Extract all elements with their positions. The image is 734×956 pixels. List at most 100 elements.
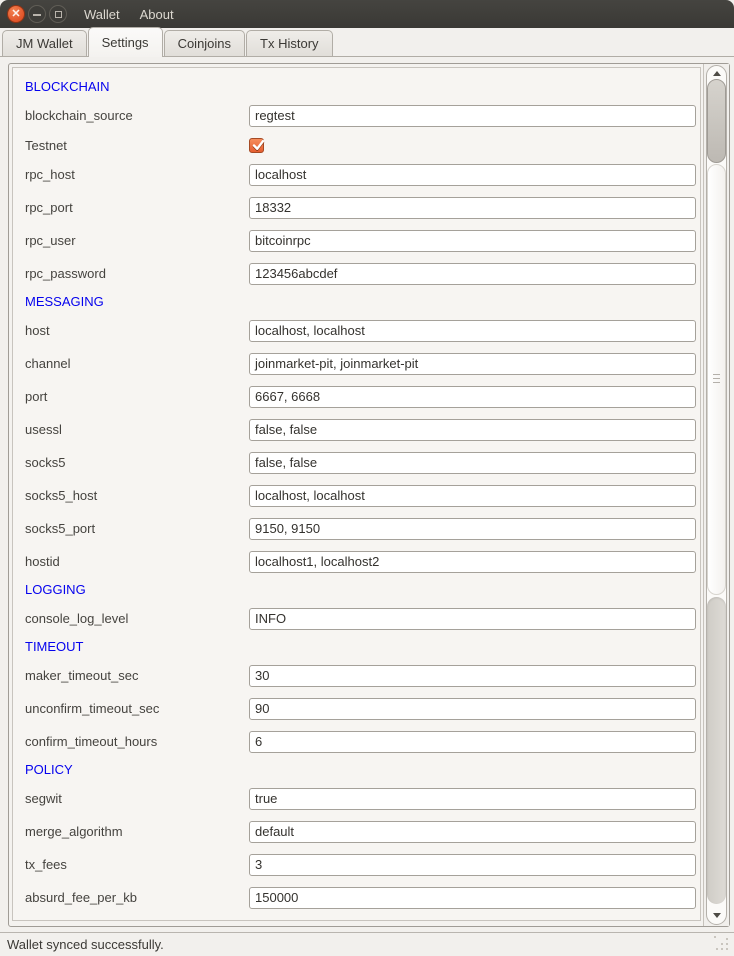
status-text: Wallet synced successfully. [7, 937, 164, 952]
field-value: INFO [255, 611, 286, 626]
field-value: bitcoinrpc [255, 233, 311, 248]
maximize-icon [55, 11, 62, 18]
field-label: maker_timeout_sec [25, 668, 249, 683]
field-value: true [255, 791, 277, 806]
field-label: host [25, 323, 249, 338]
channel-input[interactable]: joinmarket-pit, joinmarket-pit [249, 353, 696, 375]
settings-row: rpc_host localhost [25, 158, 696, 191]
maximize-button[interactable] [49, 5, 67, 23]
field-value: false, false [255, 422, 317, 437]
segwit-input[interactable]: true [249, 788, 696, 810]
settings-row: socks5_hostlocalhost, localhost [25, 479, 696, 512]
scrollbar-slider[interactable] [707, 164, 726, 595]
absurd_fee_per_kb-input[interactable]: 150000 [249, 887, 696, 909]
field-value: default [255, 824, 294, 839]
settings-form: BLOCKCHAINblockchain_sourceregtestTestne… [12, 67, 701, 921]
settings-row: usessl false, false [25, 413, 696, 446]
field-value: localhost1, localhost2 [255, 554, 379, 569]
socks5_port-input[interactable]: 9150, 9150 [249, 518, 696, 540]
scrollbar-track[interactable] [706, 65, 727, 925]
scrollbar-thumb[interactable] [707, 79, 726, 163]
field-label: Testnet [25, 138, 249, 153]
testnet-checkbox[interactable] [249, 138, 264, 153]
settings-page: BLOCKCHAINblockchain_sourceregtestTestne… [0, 57, 734, 932]
settings-row: blockchain_sourceregtest [25, 99, 696, 132]
field-value: 3 [255, 857, 262, 872]
vertical-scrollbar[interactable] [703, 64, 729, 926]
tab-settings[interactable]: Settings [88, 27, 163, 57]
settings-row: rpc_password123456abcdef [25, 257, 696, 290]
field-value: localhost [255, 167, 306, 182]
field-label: rpc_port [25, 200, 249, 215]
field-label: console_log_level [25, 611, 249, 626]
socks5_host-input[interactable]: localhost, localhost [249, 485, 696, 507]
blockchain_source-input[interactable]: regtest [249, 105, 696, 127]
arrow-down-icon [713, 913, 721, 918]
confirm_timeout_hours-input[interactable]: 6 [249, 731, 696, 753]
settings-row: tx_fees 3 [25, 848, 696, 881]
scrollbar-trough-lower[interactable] [707, 597, 726, 904]
window-controls: ✕ [7, 5, 67, 23]
tx_fees-input[interactable]: 3 [249, 854, 696, 876]
field-value: 150000 [255, 890, 298, 905]
arrow-up-icon [713, 71, 721, 76]
console_log_level-input[interactable]: INFO [249, 608, 696, 630]
grip-lines-icon [713, 374, 720, 385]
tab-jm-wallet[interactable]: JM Wallet [2, 30, 87, 56]
hostid-input[interactable]: localhost1, localhost2 [249, 551, 696, 573]
settings-row: absurd_fee_per_kb150000 [25, 881, 696, 914]
scrollbar-down-button[interactable] [707, 909, 726, 922]
menu-wallet[interactable]: Wallet [82, 6, 122, 23]
field-label: rpc_user [25, 233, 249, 248]
field-label: port [25, 389, 249, 404]
check-icon [250, 137, 267, 154]
menu-about[interactable]: About [138, 6, 176, 23]
titlebar: ✕ Wallet About [0, 0, 734, 28]
field-label: socks5 [25, 455, 249, 470]
settings-row: hostid localhost1, localhost2 [25, 545, 696, 578]
socks5-input[interactable]: false, false [249, 452, 696, 474]
field-label: usessl [25, 422, 249, 437]
port-input[interactable]: 6667, 6668 [249, 386, 696, 408]
settings-row: socks5_port 9150, 9150 [25, 512, 696, 545]
field-label: hostid [25, 554, 249, 569]
host-input[interactable]: localhost, localhost [249, 320, 696, 342]
field-label: blockchain_source [25, 108, 249, 123]
partial-input[interactable] [249, 920, 696, 922]
settings-row: port 6667, 6668 [25, 380, 696, 413]
usessl-input[interactable]: false, false [249, 419, 696, 441]
field-value: localhost, localhost [255, 323, 365, 338]
field-value: joinmarket-pit, joinmarket-pit [255, 356, 418, 371]
tabbar: JM Wallet Settings Coinjoins Tx History [0, 28, 734, 57]
field-label: rpc_host [25, 167, 249, 182]
menubar: Wallet About [82, 6, 176, 23]
field-label: socks5_port [25, 521, 249, 536]
statusbar: Wallet synced successfully. [0, 932, 734, 956]
rpc_password-input[interactable]: 123456abcdef [249, 263, 696, 285]
maker_timeout_sec-input[interactable]: 30 [249, 665, 696, 687]
section-header-timeout: TIMEOUT [25, 635, 696, 659]
rpc_user-input[interactable]: bitcoinrpc [249, 230, 696, 252]
section-header-logging: LOGGING [25, 578, 696, 602]
field-value: 6 [255, 734, 262, 749]
field-value: localhost, localhost [255, 488, 365, 503]
rpc_host-input[interactable]: localhost [249, 164, 696, 186]
close-button[interactable]: ✕ [7, 5, 25, 23]
field-value: 90 [255, 701, 269, 716]
settings-row: socks5false, false [25, 446, 696, 479]
rpc_port-input[interactable]: 18332 [249, 197, 696, 219]
section-header-messaging: MESSAGING [25, 290, 696, 314]
tab-coinjoins[interactable]: Coinjoins [164, 30, 245, 56]
field-label: tx_fees [25, 857, 249, 872]
tab-tx-history[interactable]: Tx History [246, 30, 333, 56]
settings-row [25, 914, 696, 921]
minimize-icon [33, 14, 41, 16]
unconfirm_timeout_sec-input[interactable]: 90 [249, 698, 696, 720]
resize-grip[interactable] [714, 936, 730, 952]
field-value: 9150, 9150 [255, 521, 320, 536]
minimize-button[interactable] [28, 5, 46, 23]
field-label: unconfirm_timeout_sec [25, 701, 249, 716]
field-value: 6667, 6668 [255, 389, 320, 404]
merge_algorithm-input[interactable]: default [249, 821, 696, 843]
settings-row: Testnet [25, 132, 696, 158]
